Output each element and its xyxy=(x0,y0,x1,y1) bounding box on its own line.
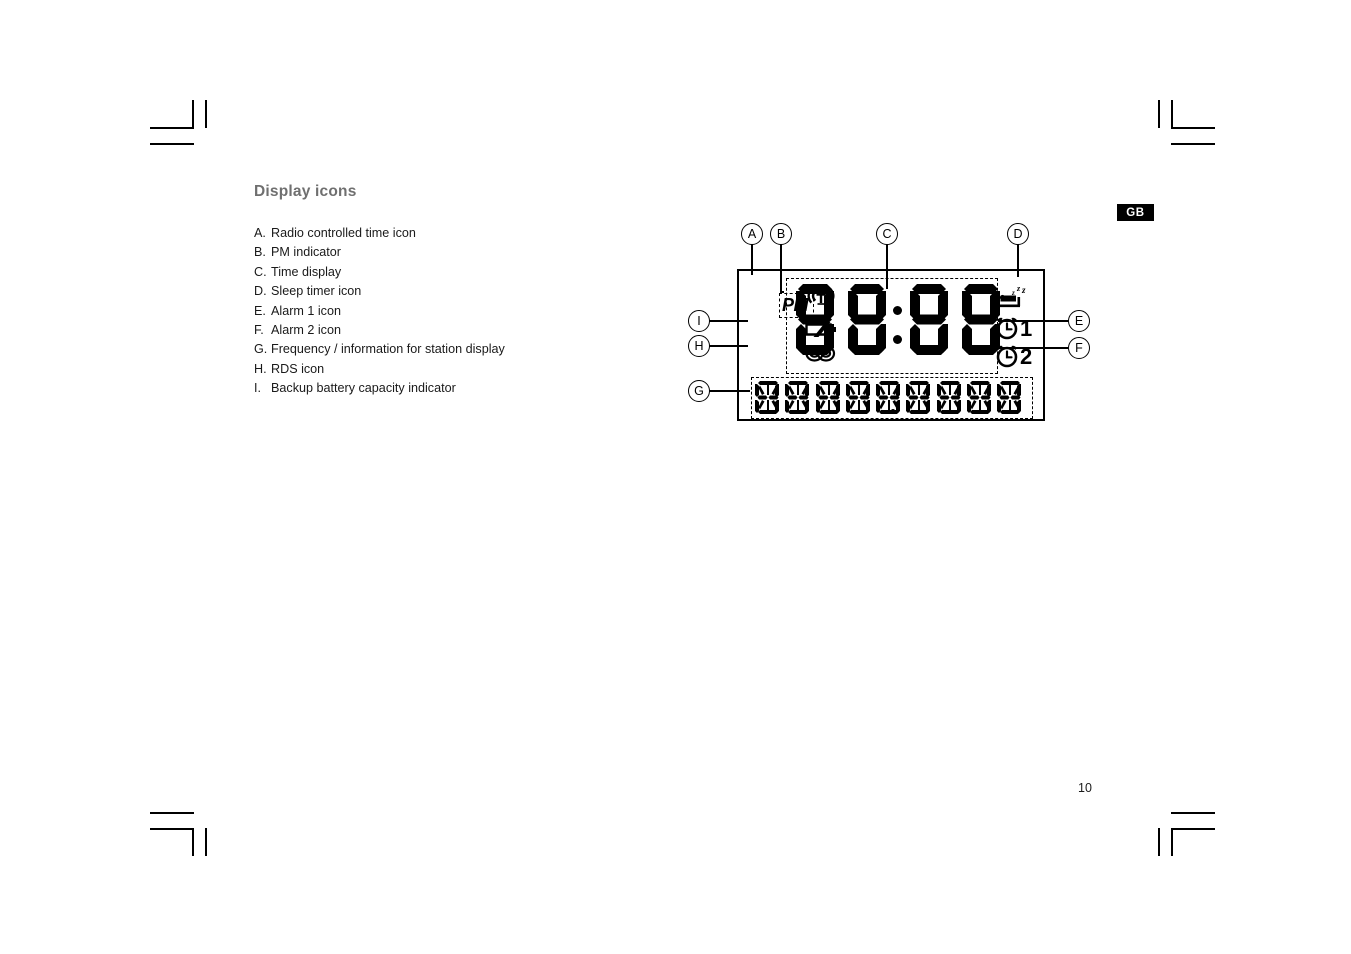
seven-segment-glyph xyxy=(910,284,948,355)
time-colon-dot-bottom xyxy=(893,335,902,344)
fourteen-segment-glyph xyxy=(785,381,810,414)
list-item-label: Alarm 2 icon xyxy=(271,322,341,337)
fourteen-segment-glyph xyxy=(876,381,901,414)
fourteen-segment-glyph xyxy=(967,381,992,414)
station-text-row xyxy=(754,380,1024,416)
station-text-cell xyxy=(754,380,782,416)
list-item-key: G. xyxy=(254,342,268,357)
station-text-cell xyxy=(936,380,964,416)
leader-line-b-curve xyxy=(780,291,784,293)
list-item-label: Alarm 1 icon xyxy=(271,303,341,318)
leader-line-g xyxy=(708,390,750,392)
station-text-cell xyxy=(996,380,1024,416)
list-item-label: RDS icon xyxy=(271,361,325,376)
leader-line-c xyxy=(886,243,888,289)
callout-b: B xyxy=(770,223,792,245)
callout-e: E xyxy=(1068,310,1090,332)
callout-h: H xyxy=(688,335,710,357)
fourteen-segment-glyph xyxy=(845,381,870,414)
seven-segment-glyph xyxy=(848,284,886,355)
fourteen-segment-glyph xyxy=(936,381,961,414)
list-item-key: I. xyxy=(254,381,261,396)
svg-text:z: z xyxy=(1011,289,1015,297)
crop-mark-bottom-left xyxy=(150,805,210,860)
time-digit-2 xyxy=(845,283,889,361)
leader-line-f xyxy=(998,347,1068,349)
leader-line-i xyxy=(708,320,748,322)
callout-c: C xyxy=(876,223,898,245)
fourteen-segment-glyph xyxy=(755,381,779,414)
list-item-key: E. xyxy=(254,303,266,318)
list-item-label: Radio controlled time icon xyxy=(271,226,416,240)
station-text-cell xyxy=(966,380,994,416)
rds-icon xyxy=(805,345,836,367)
callout-f: F xyxy=(1068,337,1090,359)
leader-line-d xyxy=(1017,243,1019,277)
callout-g: G xyxy=(688,380,710,402)
sleep-timer-icon: z z z xyxy=(995,284,1029,315)
station-text-cell xyxy=(905,380,933,416)
fourteen-segment-glyph xyxy=(997,381,1022,414)
station-text-cell xyxy=(784,380,812,416)
leader-line-e xyxy=(998,320,1068,322)
svg-text:z: z xyxy=(1016,285,1021,293)
fourteen-segment-glyph xyxy=(906,381,931,414)
station-text-decimal-point xyxy=(891,409,895,413)
list-item-key: A. xyxy=(254,226,266,240)
alarm-2-number: 2 xyxy=(1020,344,1033,369)
crop-mark-top-right xyxy=(1155,95,1215,150)
list-item-label: Sleep timer icon xyxy=(271,284,362,299)
lcd-display-diagram: A B C D E F G H I PM z z z 1 2 xyxy=(680,215,1110,440)
language-badge: GB xyxy=(1117,204,1154,221)
station-text-cell xyxy=(845,380,873,416)
radio-tower-icon xyxy=(806,287,838,310)
list-item-label: Backup battery capacity indicator xyxy=(271,381,456,396)
page-title: Display icons xyxy=(254,183,357,200)
time-digit-3 xyxy=(907,283,951,361)
list-item-key: D. xyxy=(254,284,267,299)
crop-mark-bottom-right xyxy=(1155,805,1215,860)
station-text-cell xyxy=(875,380,903,416)
crop-mark-top-left xyxy=(150,95,210,150)
callout-d: D xyxy=(1007,223,1029,245)
leader-line-a xyxy=(751,243,753,275)
leader-line-b xyxy=(780,243,782,291)
list-item-label: PM indicator xyxy=(271,245,341,260)
list-item-key: C. xyxy=(254,264,267,279)
list-item-key: B. xyxy=(254,245,266,260)
callout-i: I xyxy=(688,310,710,332)
callout-a: A xyxy=(741,223,763,245)
leader-line-h xyxy=(708,345,748,347)
battery-icon xyxy=(805,321,838,343)
station-text-cell xyxy=(815,380,843,416)
svg-text:z: z xyxy=(1021,285,1026,295)
list-item-key: H. xyxy=(254,361,267,376)
page-number: 10 xyxy=(1078,781,1092,795)
time-colon-dot-top xyxy=(893,306,902,315)
list-item-key: F. xyxy=(254,322,264,337)
fourteen-segment-glyph xyxy=(815,381,840,414)
list-item-label: Frequency / information for station disp… xyxy=(271,342,505,357)
list-item-label: Time display xyxy=(271,264,342,279)
